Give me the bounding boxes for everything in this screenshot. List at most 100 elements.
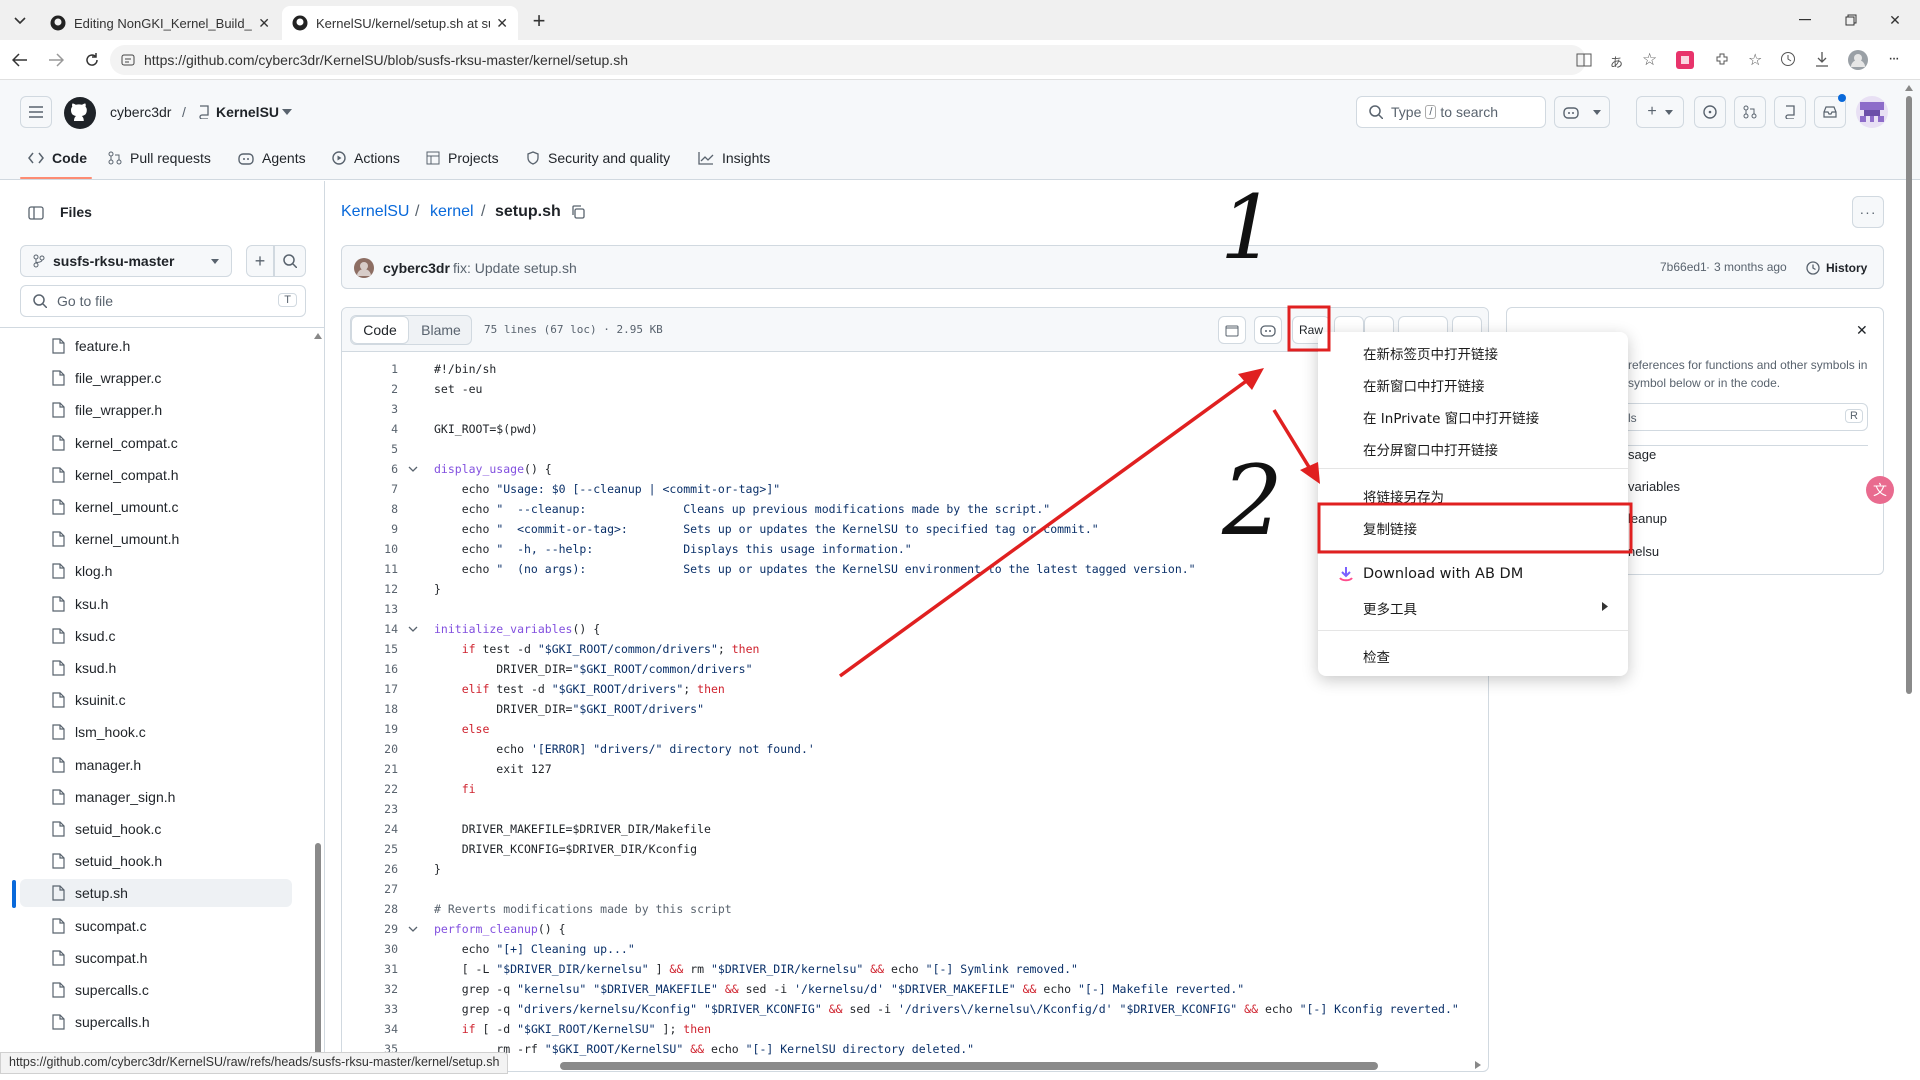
line-number[interactable]: 26 bbox=[370, 862, 398, 876]
scroll-right-icon[interactable] bbox=[1474, 1060, 1482, 1070]
close-icon[interactable]: ✕ bbox=[1856, 322, 1868, 339]
menu-item-copy-link[interactable]: 复制链接 bbox=[1363, 518, 1417, 538]
author-avatar[interactable] bbox=[354, 258, 374, 278]
line-number[interactable]: 29 bbox=[370, 922, 398, 936]
menu-item-open-new-tab[interactable]: 在新标签页中打开链接 bbox=[1363, 343, 1498, 363]
scrollbar-track[interactable] bbox=[313, 331, 323, 1061]
line-number[interactable]: 4 bbox=[370, 422, 398, 436]
line-number[interactable]: 18 bbox=[370, 702, 398, 716]
line-number[interactable]: 2 bbox=[370, 382, 398, 396]
page-scrollbar[interactable] bbox=[1903, 82, 1915, 1080]
line-number[interactable]: 6 bbox=[370, 462, 398, 476]
file-tree-item[interactable]: kernel_compat.c bbox=[52, 429, 292, 457]
history-icon[interactable] bbox=[1780, 51, 1796, 67]
chevron-down-icon[interactable] bbox=[282, 109, 292, 115]
address-bar[interactable]: https://github.com/cyberc3dr/KernelSU/bl… bbox=[110, 45, 1586, 75]
file-tree-item[interactable]: setuid_hook.h bbox=[52, 847, 292, 875]
tab-agents[interactable]: Agents bbox=[238, 146, 306, 170]
tab-projects[interactable]: Projects bbox=[426, 146, 499, 170]
line-number[interactable]: 9 bbox=[370, 522, 398, 536]
github-logo-icon[interactable] bbox=[64, 97, 96, 129]
line-number[interactable]: 17 bbox=[370, 682, 398, 696]
issues-button[interactable] bbox=[1694, 96, 1726, 128]
translate-icon[interactable]: あ bbox=[1610, 52, 1623, 71]
scrollbar-thumb[interactable] bbox=[315, 843, 321, 1061]
favorites-list-icon[interactable]: ☆ bbox=[1748, 50, 1762, 70]
line-number[interactable]: 32 bbox=[370, 982, 398, 996]
file-tree-item[interactable]: lsm_hook.c bbox=[52, 718, 292, 746]
line-number[interactable]: 3 bbox=[370, 402, 398, 416]
line-number[interactable]: 1 bbox=[370, 362, 398, 376]
history-button[interactable]: History bbox=[1806, 257, 1867, 279]
create-new-button[interactable]: + bbox=[1636, 96, 1684, 128]
line-number[interactable]: 30 bbox=[370, 942, 398, 956]
forward-icon[interactable] bbox=[44, 48, 68, 72]
file-tree-item[interactable]: kernel_umount.c bbox=[52, 493, 292, 521]
add-file-button[interactable]: + bbox=[246, 245, 274, 277]
repo-owner-link[interactable]: cyberc3dr bbox=[110, 104, 171, 120]
line-number[interactable]: 33 bbox=[370, 1002, 398, 1016]
commit-author[interactable]: cyberc3dr bbox=[383, 260, 450, 276]
site-info-icon[interactable] bbox=[120, 52, 136, 68]
file-tree-item[interactable]: sucompat.c bbox=[52, 912, 292, 940]
tab-insights[interactable]: Insights bbox=[698, 146, 770, 170]
line-number[interactable]: 7 bbox=[370, 482, 398, 496]
file-tree-item[interactable]: kernel_compat.h bbox=[52, 461, 292, 489]
tab-editing[interactable]: Editing NonGKI_Kernel_Build_2nd/ ✕ bbox=[40, 6, 280, 40]
line-number[interactable]: 21 bbox=[370, 762, 398, 776]
breadcrumb-dir[interactable]: kernel bbox=[430, 203, 474, 221]
reader-icon[interactable] bbox=[1576, 52, 1592, 68]
file-tree-item[interactable]: ksud.h bbox=[52, 654, 292, 682]
tab-setup-sh[interactable]: KernelSU/kernel/setup.sh at susfs- ✕ bbox=[282, 6, 518, 40]
line-number[interactable]: 15 bbox=[370, 642, 398, 656]
file-tree-item[interactable]: file_wrapper.h bbox=[52, 396, 292, 424]
line-number[interactable]: 8 bbox=[370, 502, 398, 516]
favorite-icon[interactable]: ☆ bbox=[1642, 50, 1657, 70]
file-tree-item[interactable]: setup.sh bbox=[20, 879, 292, 908]
symbol-item[interactable]: variables bbox=[1628, 479, 1680, 494]
file-tree-item[interactable]: supercalls.h bbox=[52, 1008, 292, 1036]
line-number[interactable]: 25 bbox=[370, 842, 398, 856]
file-tree-item[interactable]: file_wrapper.c bbox=[52, 364, 292, 392]
blame-toggle-button[interactable]: Blame bbox=[410, 316, 472, 344]
tab-actions[interactable]: Actions bbox=[332, 146, 400, 170]
search-input[interactable]: Type / to search bbox=[1356, 96, 1546, 128]
menu-item-download-abdm[interactable]: Download with AB DM bbox=[1363, 566, 1523, 582]
file-tree-item[interactable]: sucompat.h bbox=[52, 944, 292, 972]
tab-pull-requests[interactable]: Pull requests bbox=[108, 146, 211, 170]
line-number[interactable]: 27 bbox=[370, 882, 398, 896]
page-scrollbar-thumb[interactable] bbox=[1906, 96, 1912, 694]
breadcrumb-root[interactable]: KernelSU bbox=[341, 203, 409, 221]
file-tree-item[interactable]: klog.h bbox=[52, 557, 292, 585]
file-tree-item[interactable]: kernel_umount.h bbox=[52, 525, 292, 553]
fold-chevron-icon[interactable] bbox=[408, 926, 418, 932]
line-number[interactable]: 24 bbox=[370, 822, 398, 836]
menu-item-open-split[interactable]: 在分屏窗口中打开链接 bbox=[1363, 439, 1498, 459]
symbol-item[interactable]: leanup bbox=[1628, 511, 1667, 526]
file-tree-item[interactable]: supercalls.c bbox=[52, 976, 292, 1004]
extensions-icon[interactable] bbox=[1714, 51, 1730, 67]
back-icon[interactable] bbox=[8, 48, 32, 72]
commit-hash[interactable]: 7b66ed1 bbox=[1660, 260, 1707, 274]
fold-chevron-icon[interactable] bbox=[408, 626, 418, 632]
tab-code[interactable]: Code bbox=[28, 146, 87, 170]
more-actions-button[interactable]: ··· bbox=[1852, 196, 1884, 228]
copy-path-icon[interactable] bbox=[570, 204, 586, 220]
pull-requests-button[interactable] bbox=[1734, 96, 1766, 128]
line-number[interactable]: 13 bbox=[370, 602, 398, 616]
file-tree-item[interactable]: feature.h bbox=[52, 332, 292, 360]
go-to-file-input[interactable]: Go to file T bbox=[20, 285, 306, 317]
line-number[interactable]: 10 bbox=[370, 542, 398, 556]
code-toggle-button[interactable]: Code bbox=[351, 316, 409, 344]
minimize-icon[interactable] bbox=[1790, 8, 1820, 32]
copilot-file-button[interactable] bbox=[1254, 316, 1282, 344]
file-tree-item[interactable]: ksu.h bbox=[52, 590, 292, 618]
line-number[interactable]: 34 bbox=[370, 1022, 398, 1036]
refresh-icon[interactable] bbox=[80, 48, 104, 72]
fold-chevron-icon[interactable] bbox=[408, 466, 418, 472]
horizontal-scrollbar[interactable] bbox=[560, 1062, 1378, 1070]
extension-red-icon[interactable] bbox=[1676, 51, 1694, 69]
search-files-button[interactable] bbox=[274, 245, 306, 277]
line-number[interactable]: 12 bbox=[370, 582, 398, 596]
line-number[interactable]: 5 bbox=[370, 442, 398, 456]
